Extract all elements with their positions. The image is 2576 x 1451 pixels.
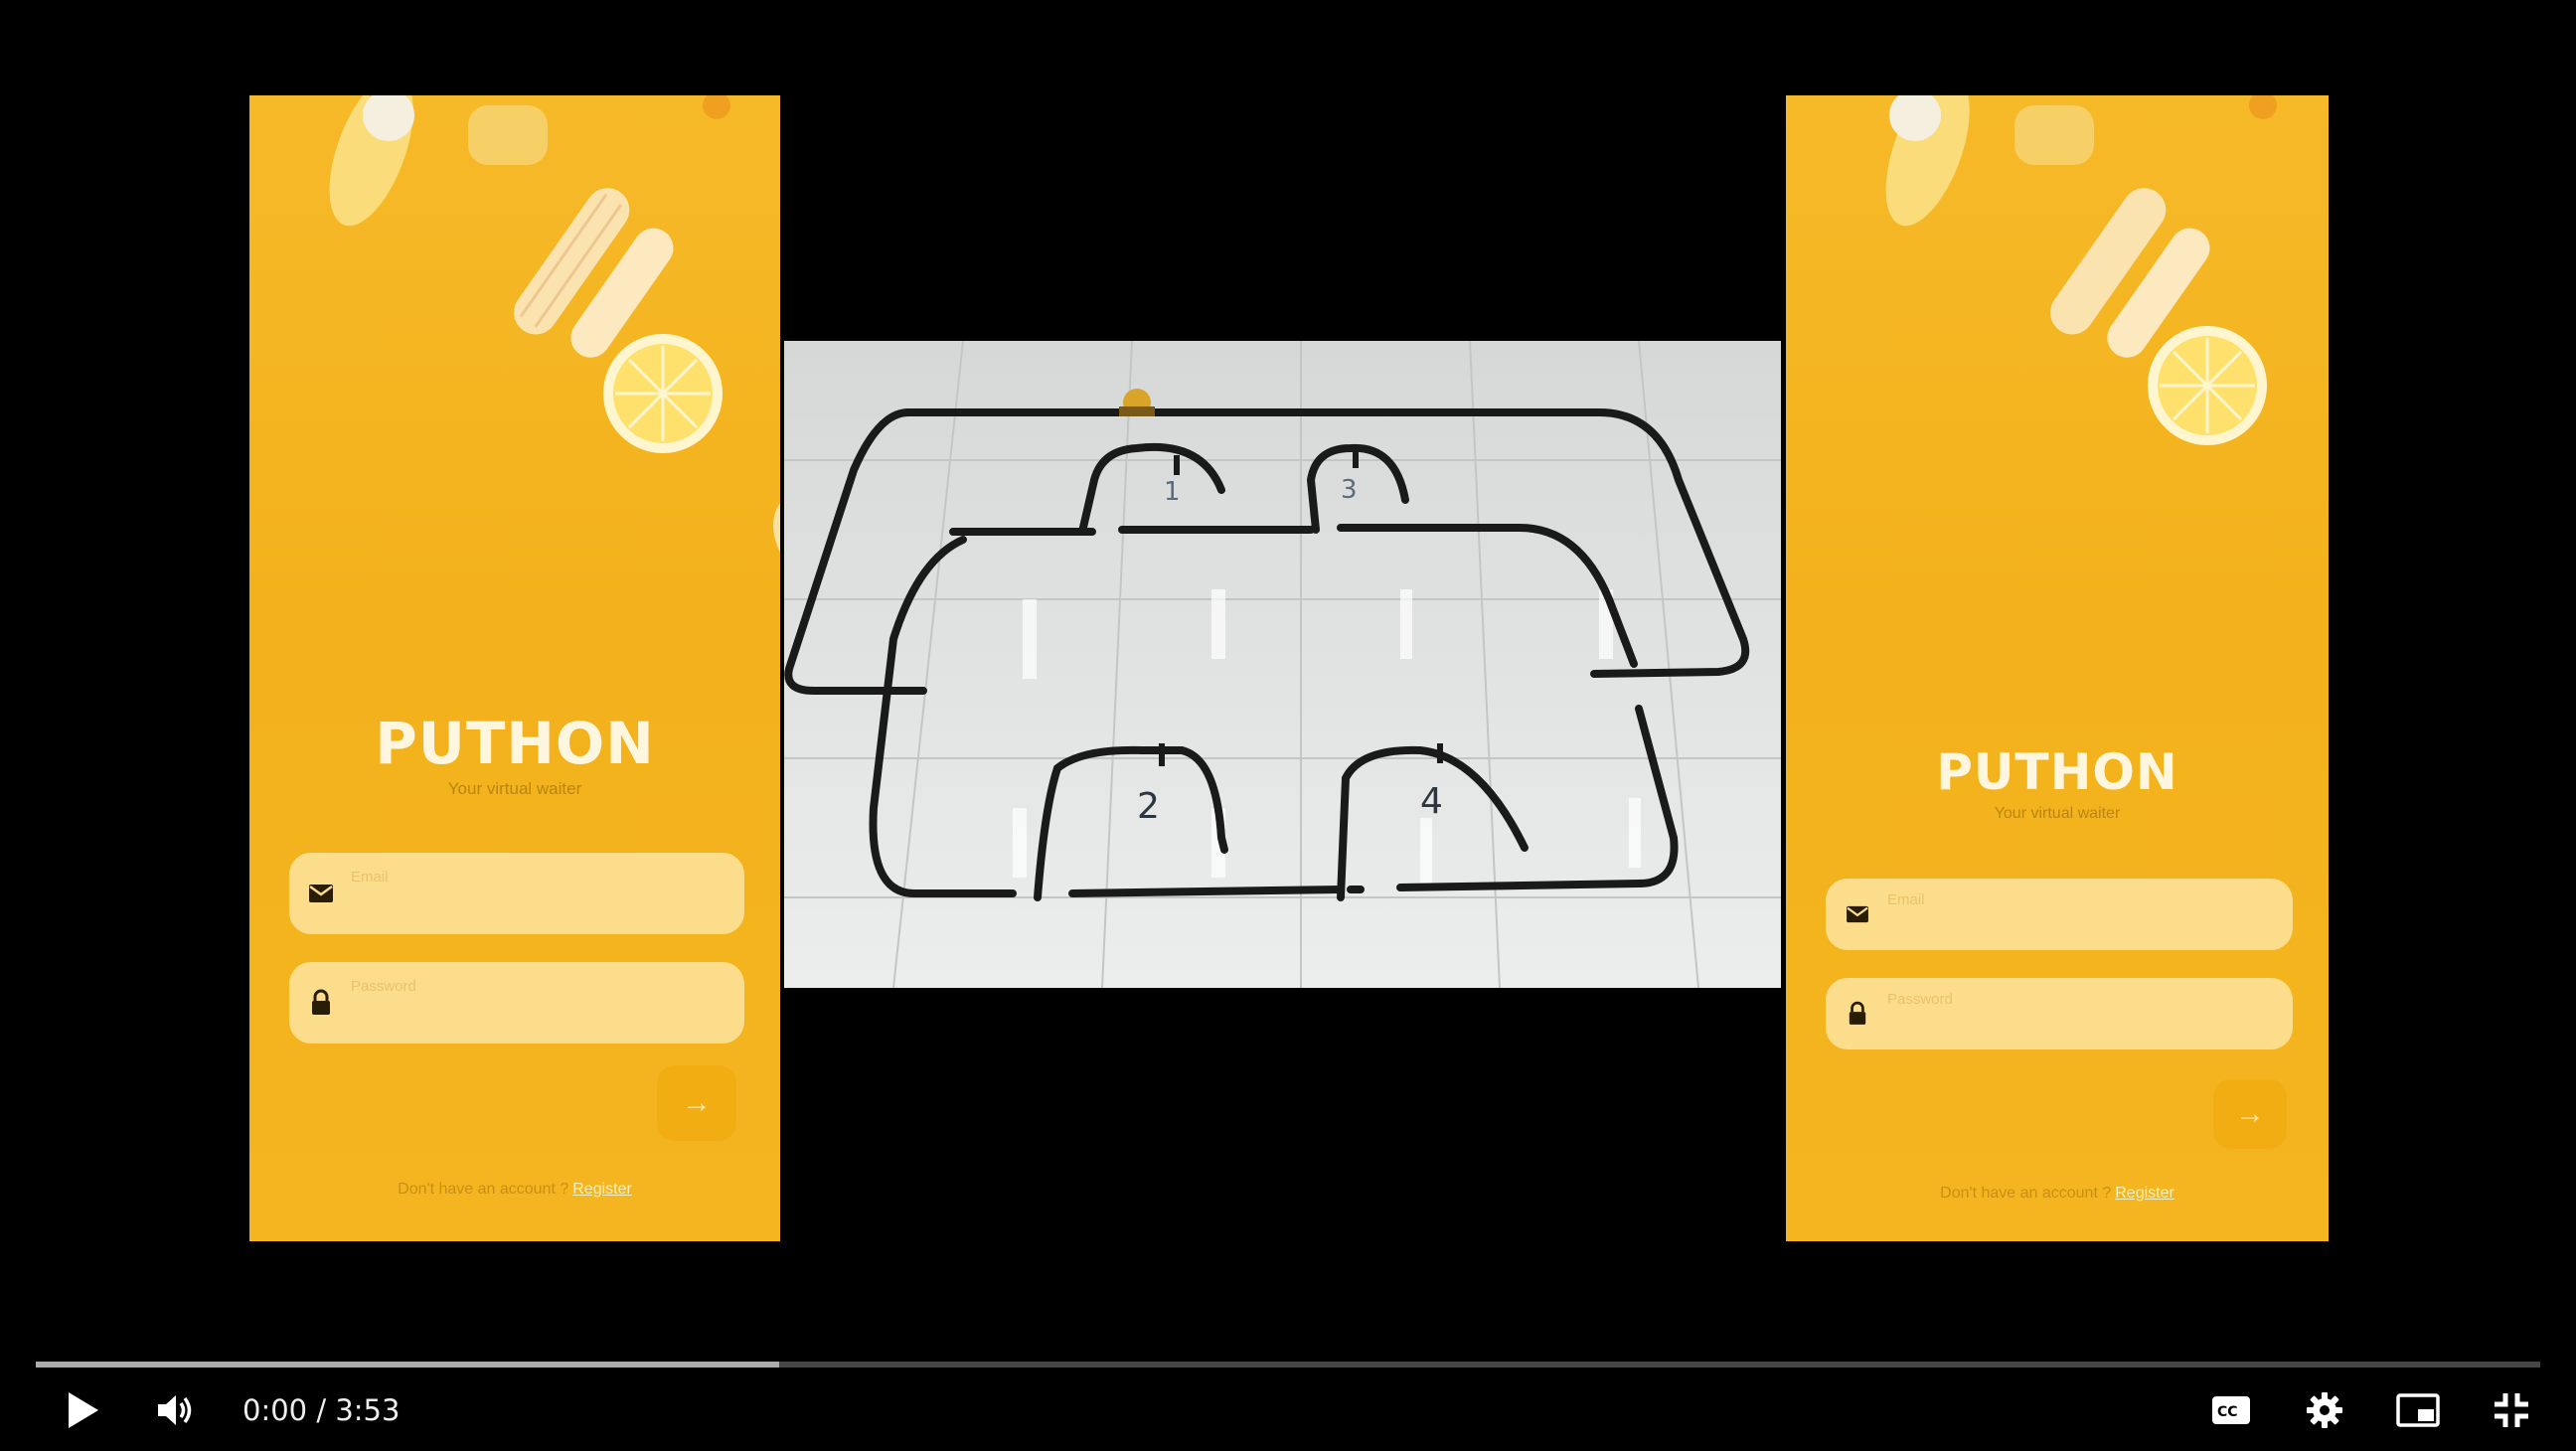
track-table-label-1: 1 [1164, 477, 1181, 507]
exit-fullscreen-icon [2495, 1393, 2528, 1427]
email-placeholder: Email [351, 869, 389, 886]
brand-title: PUTHON [1936, 743, 2178, 801]
register-prompt: Don't have an account ? Register [249, 1181, 780, 1199]
register-prompt-text: Don't have an account ? [398, 1181, 569, 1198]
track-table-label-2: 2 [1137, 786, 1160, 827]
arrow-right-icon: → [2235, 1097, 2265, 1130]
progress-bar[interactable] [36, 1362, 2540, 1368]
lock-icon [1844, 1000, 1871, 1028]
settings-button[interactable] [2298, 1383, 2351, 1437]
left-phone-mockup: PUTHON Your virtual waiter Email Passwor… [249, 95, 780, 1241]
captions-button[interactable]: CC [2204, 1383, 2258, 1437]
password-field[interactable]: Password [1826, 978, 2293, 1049]
track-table-label-4: 4 [1420, 781, 1443, 822]
email-field[interactable]: Email [1826, 879, 2293, 950]
password-placeholder: Password [1887, 991, 1953, 1008]
password-placeholder: Password [351, 978, 416, 995]
email-placeholder: Email [1887, 891, 1925, 908]
gear-icon [2307, 1392, 2342, 1428]
email-field[interactable]: Email [289, 853, 744, 934]
register-prompt: Don't have an account ? Register [1786, 1185, 2329, 1203]
password-field[interactable]: Password [289, 962, 744, 1044]
mail-icon [1844, 900, 1871, 928]
video-frame[interactable]: PUTHON Your virtual waiter Email Passwor… [0, 0, 2576, 1451]
exit-fullscreen-button[interactable] [2485, 1383, 2538, 1437]
robot-track-photo: 1 3 2 4 [784, 341, 1781, 988]
volume-icon [158, 1395, 192, 1425]
player-controls-right: CC [2204, 1383, 2538, 1437]
brand-tagline: Your virtual waiter [1994, 805, 2121, 822]
register-prompt-text: Don't have an account ? [1940, 1185, 2112, 1202]
player-controls-left: 0:00 / 3:53 [56, 1383, 400, 1437]
fruit-decoration [1885, 95, 2277, 445]
brand-title: PUTHON [375, 710, 655, 777]
svg-text:CC: CC [2217, 1404, 2238, 1420]
brand-tagline: Your virtual waiter [447, 779, 582, 798]
register-link[interactable]: Register [572, 1181, 632, 1198]
miniplayer-icon [2396, 1393, 2440, 1427]
volume-button[interactable] [149, 1383, 203, 1437]
miniplayer-button[interactable] [2391, 1383, 2445, 1437]
play-icon [69, 1392, 98, 1428]
login-submit-button[interactable]: → [657, 1065, 736, 1141]
cc-icon: CC [2212, 1396, 2250, 1424]
register-link[interactable]: Register [2115, 1185, 2174, 1202]
login-submit-button[interactable]: → [2213, 1079, 2287, 1149]
arrow-right-icon: → [682, 1086, 712, 1119]
lock-icon [307, 989, 335, 1017]
mail-icon [307, 880, 335, 907]
right-phone-mockup: PUTHON Your virtual waiter Email Passwor… [1786, 95, 2329, 1241]
fruit-decoration [329, 95, 780, 553]
play-button[interactable] [56, 1383, 109, 1437]
track-table-label-3: 3 [1341, 475, 1358, 505]
progress-buffered [36, 1362, 780, 1368]
time-display: 0:00 / 3:53 [242, 1393, 401, 1427]
